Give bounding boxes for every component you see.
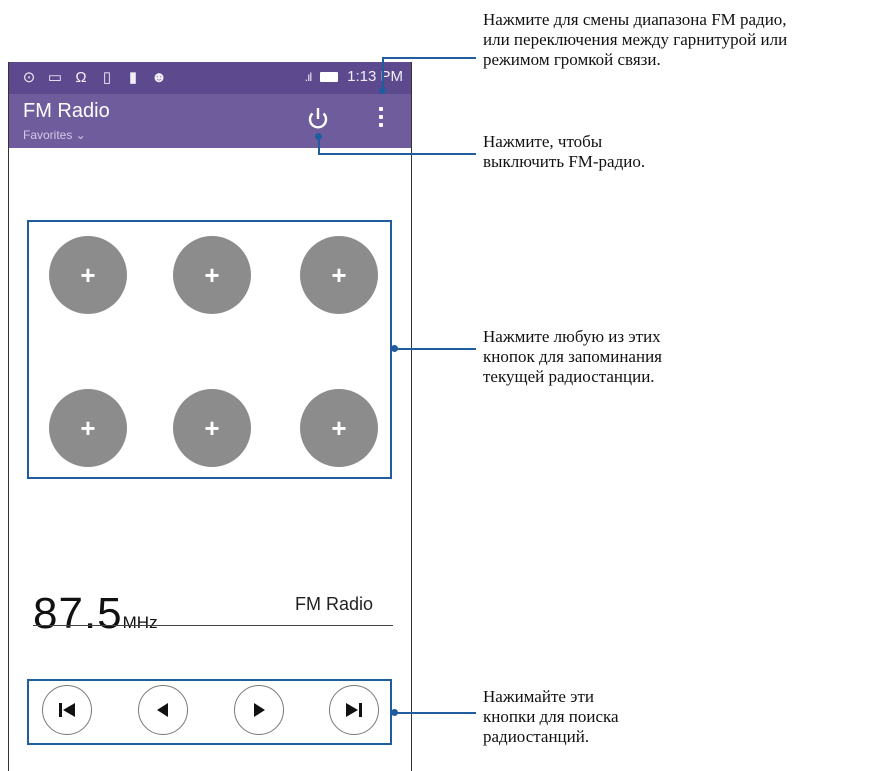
more-vert-icon (371, 107, 391, 127)
clock-icon: ⊙ (22, 69, 36, 86)
seek-leader-dot (391, 709, 398, 716)
divider (33, 625, 393, 626)
menu-leader-vertical (382, 58, 384, 90)
notification-icons: ⊙ ▭ Ω ▯ ▮ ☻ (21, 69, 167, 87)
menu-leader-horizontal (382, 57, 476, 59)
power-button[interactable] (303, 104, 333, 134)
power-leader-dot (315, 133, 322, 140)
headset-icon: Ω (75, 69, 87, 86)
overflow-menu-button[interactable] (371, 104, 391, 136)
power-icon (308, 108, 328, 129)
app-title: FM Radio (23, 100, 110, 122)
battery-icon (320, 71, 339, 82)
seek-annotation: Нажимайте эти кнопки для поиска радиоста… (483, 687, 619, 746)
message-icon: ▭ (47, 69, 63, 86)
frequency-unit: MHz (122, 613, 158, 632)
status-time: 1:13 PM (347, 68, 403, 85)
frequency-value: 87.5 (33, 589, 123, 638)
status-bar: ⊙ ▭ Ω ▯ ▮ ☻ .ıl 1:13 PM (9, 62, 411, 94)
presets-annotation: Нажмите любую из этих кнопок для запомин… (483, 327, 662, 386)
menu-leader-dot (379, 87, 386, 94)
favorites-dropdown[interactable]: Favorites ⌄ (23, 128, 86, 142)
presets-callout-box (27, 220, 392, 479)
app-bar: FM Radio Favorites ⌄ (9, 94, 411, 148)
frequency-display: 87.5MHz (33, 589, 158, 639)
power-annotation: Нажмите, чтобы выключить FM-радио. (483, 132, 646, 171)
menu-annotation: Нажмите для смены диапазона FM радио, ил… (483, 10, 788, 69)
presets-leader (396, 348, 476, 350)
power-leader-horizontal (318, 153, 476, 155)
presets-leader-dot (391, 345, 398, 352)
status-right: .ıl 1:13 PM (305, 68, 403, 85)
seek-callout-box (27, 679, 392, 745)
sim-icon: ▯ (102, 69, 112, 86)
station-name: FM Radio (295, 594, 374, 614)
android-icon: ☻ (151, 69, 167, 86)
seek-leader (396, 712, 476, 714)
sd-card-icon: ▮ (128, 69, 138, 86)
signal-icon: .ıl (304, 69, 312, 84)
